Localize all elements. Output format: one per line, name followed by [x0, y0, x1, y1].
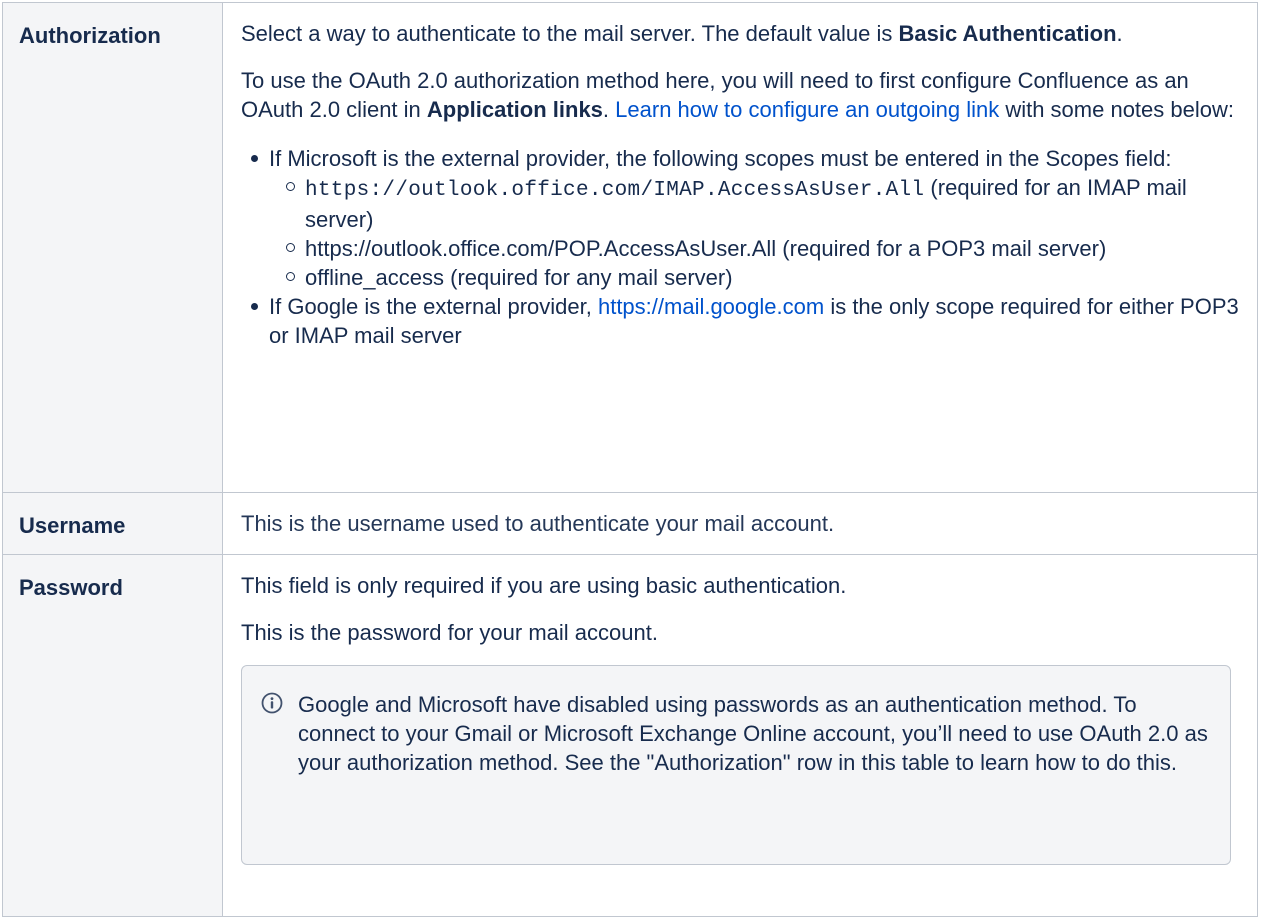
table-row-password: Password This field is only required if …	[2, 554, 1258, 917]
configure-outgoing-link[interactable]: Learn how to configure an outgoing link	[615, 97, 999, 122]
google-text: If Google is the external provider,	[269, 294, 598, 319]
offline-scope-text: offline_access (required for any mail se…	[305, 265, 733, 290]
row-content-username: This is the username used to authenticat…	[222, 492, 1258, 555]
intro-bold: Basic Authentication	[898, 21, 1117, 46]
scope-list: https://outlook.office.com/IMAP.AccessAs…	[269, 173, 1239, 292]
intro-end: .	[1116, 21, 1123, 46]
intro-text: Select a way to authenticate to the mail…	[241, 21, 899, 46]
row-label: Username	[19, 513, 126, 538]
table-row-username: Username This is the username used to au…	[2, 492, 1258, 555]
username-description: This is the username used to authenticat…	[241, 511, 835, 536]
list-item-microsoft: If Microsoft is the external provider, t…	[251, 144, 1239, 292]
provider-list: If Microsoft is the external provider, t…	[241, 144, 1239, 350]
list-item-scope-imap: https://outlook.office.com/IMAP.AccessAs…	[286, 173, 1239, 234]
info-panel-text: Google and Microsoft have disabled using…	[298, 692, 1208, 775]
list-item-scope-offline: offline_access (required for any mail se…	[286, 263, 1239, 292]
google-scope-link[interactable]: https://mail.google.com	[598, 294, 824, 319]
microsoft-text: If Microsoft is the external provider, t…	[269, 146, 1172, 171]
password-paragraph-2: This is the password for your mail accou…	[241, 620, 658, 645]
application-links-bold: Application links	[426, 97, 603, 122]
table-row-authorization: Authorization Select a way to authentica…	[2, 2, 1258, 493]
row-label: Password	[19, 575, 123, 600]
authorization-oauth-paragraph: To use the OAuth 2.0 authorization metho…	[241, 66, 1239, 124]
list-item-google: If Google is the external provider, http…	[251, 292, 1239, 350]
pop-scope-text: https://outlook.office.com/POP.AccessAsU…	[305, 236, 1107, 261]
info-panel: Google and Microsoft have disabled using…	[241, 665, 1231, 865]
row-label: Authorization	[19, 23, 161, 48]
oauth-mid: .	[602, 97, 616, 122]
settings-table: Authorization Select a way to authentica…	[2, 2, 1258, 917]
row-content-authorization: Select a way to authenticate to the mail…	[222, 2, 1258, 493]
password-paragraph-1: This field is only required if you are u…	[241, 573, 847, 598]
info-icon	[261, 692, 283, 714]
imap-scope-code: https://outlook.office.com/IMAP.AccessAs…	[305, 179, 925, 202]
list-item-scope-pop: https://outlook.office.com/POP.AccessAsU…	[286, 234, 1239, 263]
authorization-intro: Select a way to authenticate to the mail…	[241, 19, 1239, 48]
row-header-authorization: Authorization	[2, 2, 223, 493]
row-header-password: Password	[2, 554, 223, 917]
row-header-username: Username	[2, 492, 223, 555]
row-content-password: This field is only required if you are u…	[222, 554, 1258, 917]
oauth-end: with some notes below:	[999, 97, 1234, 122]
